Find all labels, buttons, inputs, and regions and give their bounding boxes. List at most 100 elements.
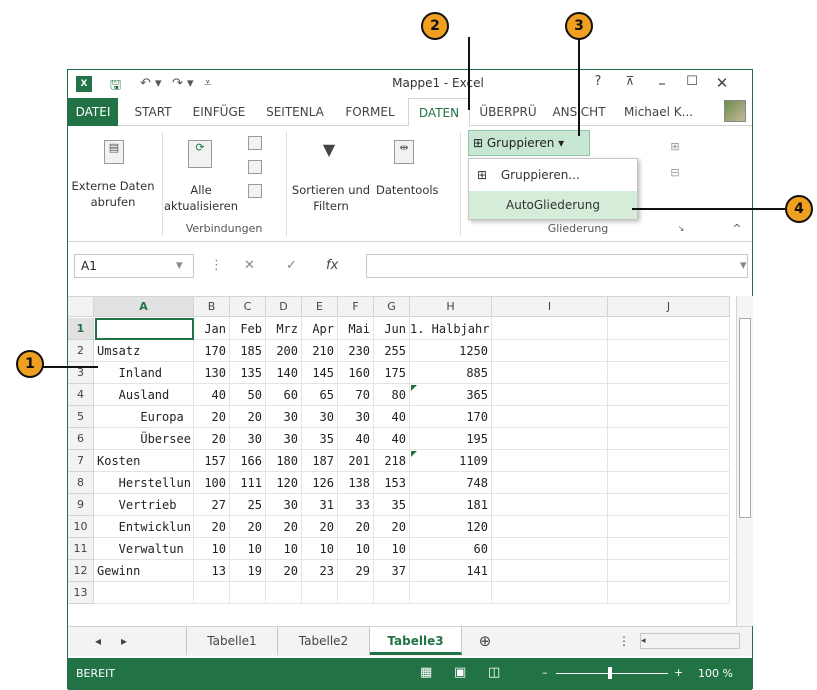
table-cell[interactable]: 30 <box>302 406 338 428</box>
table-cell[interactable]: 180 <box>266 450 302 472</box>
table-cell[interactable]: 30 <box>230 428 266 450</box>
table-cell[interactable]: Jan <box>194 318 230 340</box>
table-cell[interactable] <box>338 582 374 604</box>
tab-datei[interactable]: DATEI <box>68 98 118 126</box>
table-cell[interactable]: Verwaltun <box>94 538 194 560</box>
undo-icon[interactable]: ↶ ▾ <box>140 76 162 91</box>
table-cell[interactable]: 30 <box>338 406 374 428</box>
ribbon-options-icon[interactable]: ⊼ <box>620 74 640 88</box>
connections-icon[interactable] <box>248 136 262 150</box>
table-cell[interactable]: 365 <box>410 384 492 406</box>
tab-einfuegen[interactable]: EINFÜGE <box>182 98 256 126</box>
table-cell[interactable]: 185 <box>230 340 266 362</box>
zoom-slider-thumb[interactable] <box>608 667 612 679</box>
maximize-button[interactable]: ☐ <box>682 74 702 89</box>
table-cell[interactable] <box>492 560 608 582</box>
tab-start[interactable]: START <box>124 98 182 126</box>
table-cell[interactable]: Apr <box>302 318 338 340</box>
table-cell[interactable]: 40 <box>338 428 374 450</box>
tab-ueberpruefen[interactable]: ÜBERPRÜ <box>472 98 544 126</box>
row-header[interactable]: 1 <box>68 318 94 340</box>
column-header-b[interactable]: B <box>194 297 230 317</box>
table-cell[interactable]: 40 <box>374 428 410 450</box>
tab-tabelle1[interactable]: Tabelle1 <box>186 627 278 655</box>
table-cell[interactable]: 210 <box>302 340 338 362</box>
table-cell[interactable]: Vertrieb <box>94 494 194 516</box>
table-cell[interactable] <box>492 538 608 560</box>
table-cell[interactable] <box>230 582 266 604</box>
table-cell[interactable] <box>492 450 608 472</box>
table-cell[interactable]: 13 <box>194 560 230 582</box>
table-cell[interactable] <box>608 384 730 406</box>
tab-formeln[interactable]: FORMEL <box>334 98 406 126</box>
column-header-f[interactable]: F <box>338 297 374 317</box>
table-cell[interactable]: 50 <box>230 384 266 406</box>
table-cell[interactable]: 30 <box>266 494 302 516</box>
table-cell[interactable]: 10 <box>194 538 230 560</box>
table-cell[interactable]: 100 <box>194 472 230 494</box>
save-icon[interactable]: 🖫 <box>110 76 121 98</box>
table-cell[interactable]: 33 <box>338 494 374 516</box>
tab-tabelle2[interactable]: Tabelle2 <box>278 627 370 655</box>
customize-qat-icon[interactable]: ⩡ <box>204 76 211 91</box>
table-cell[interactable]: 230 <box>338 340 374 362</box>
table-cell[interactable]: 20 <box>230 406 266 428</box>
table-cell[interactable]: 153 <box>374 472 410 494</box>
cancel-icon[interactable]: ✕ <box>244 258 255 273</box>
table-cell[interactable]: Ausland <box>94 384 194 406</box>
vertical-scrollbar[interactable] <box>736 296 753 626</box>
table-cell[interactable]: 23 <box>302 560 338 582</box>
table-cell[interactable] <box>492 384 608 406</box>
dd-autogliederung-item[interactable]: AutoGliederung <box>469 191 637 219</box>
column-header-c[interactable]: C <box>230 297 266 317</box>
table-cell[interactable] <box>608 560 730 582</box>
table-cell[interactable]: 175 <box>374 362 410 384</box>
table-cell[interactable] <box>608 472 730 494</box>
table-cell[interactable]: 19 <box>230 560 266 582</box>
table-cell[interactable]: 218 <box>374 450 410 472</box>
table-cell[interactable]: 200 <box>266 340 302 362</box>
table-cell[interactable]: 10 <box>230 538 266 560</box>
table-cell[interactable] <box>492 340 608 362</box>
table-cell[interactable] <box>94 582 194 604</box>
table-cell[interactable]: Inland <box>94 362 194 384</box>
table-cell[interactable]: 135 <box>230 362 266 384</box>
table-cell[interactable] <box>608 406 730 428</box>
table-cell[interactable]: 37 <box>374 560 410 582</box>
table-cell[interactable] <box>608 450 730 472</box>
table-cell[interactable]: Mrz <box>266 318 302 340</box>
table-cell[interactable]: 170 <box>410 406 492 428</box>
table-cell[interactable]: 10 <box>374 538 410 560</box>
datentools-button[interactable]: Datentools <box>376 182 439 198</box>
table-cell[interactable]: 166 <box>230 450 266 472</box>
table-cell[interactable]: 748 <box>410 472 492 494</box>
table-cell[interactable] <box>608 340 730 362</box>
edit-links-icon[interactable] <box>248 184 262 198</box>
error-indicator-icon[interactable] <box>411 451 417 457</box>
table-cell[interactable]: 1. Halbjahr <box>410 318 492 340</box>
table-cell[interactable]: 126 <box>302 472 338 494</box>
table-cell[interactable]: 195 <box>410 428 492 450</box>
table-cell[interactable]: Übersee <box>94 428 194 450</box>
table-cell[interactable] <box>492 472 608 494</box>
scrollbar-thumb[interactable] <box>739 318 751 518</box>
table-cell[interactable]: 70 <box>338 384 374 406</box>
table-cell[interactable]: 157 <box>194 450 230 472</box>
table-cell[interactable]: 60 <box>410 538 492 560</box>
table-cell[interactable]: 20 <box>194 516 230 538</box>
table-cell[interactable]: 187 <box>302 450 338 472</box>
table-cell[interactable]: 10 <box>266 538 302 560</box>
table-cell[interactable]: 80 <box>374 384 410 406</box>
table-cell[interactable]: 20 <box>374 516 410 538</box>
column-header-j[interactable]: J <box>608 297 730 317</box>
tab-daten[interactable]: DATEN <box>408 98 470 127</box>
table-cell[interactable]: 30 <box>266 406 302 428</box>
table-cell[interactable] <box>492 406 608 428</box>
row-header[interactable]: 13 <box>68 582 94 604</box>
horizontal-scrollbar[interactable]: ◂ <box>640 633 740 649</box>
error-indicator-icon[interactable] <box>411 385 417 391</box>
row-header[interactable]: 10 <box>68 516 94 538</box>
row-header[interactable]: 9 <box>68 494 94 516</box>
table-cell[interactable]: 29 <box>338 560 374 582</box>
collapse-ribbon-icon[interactable]: ^ <box>730 222 744 236</box>
